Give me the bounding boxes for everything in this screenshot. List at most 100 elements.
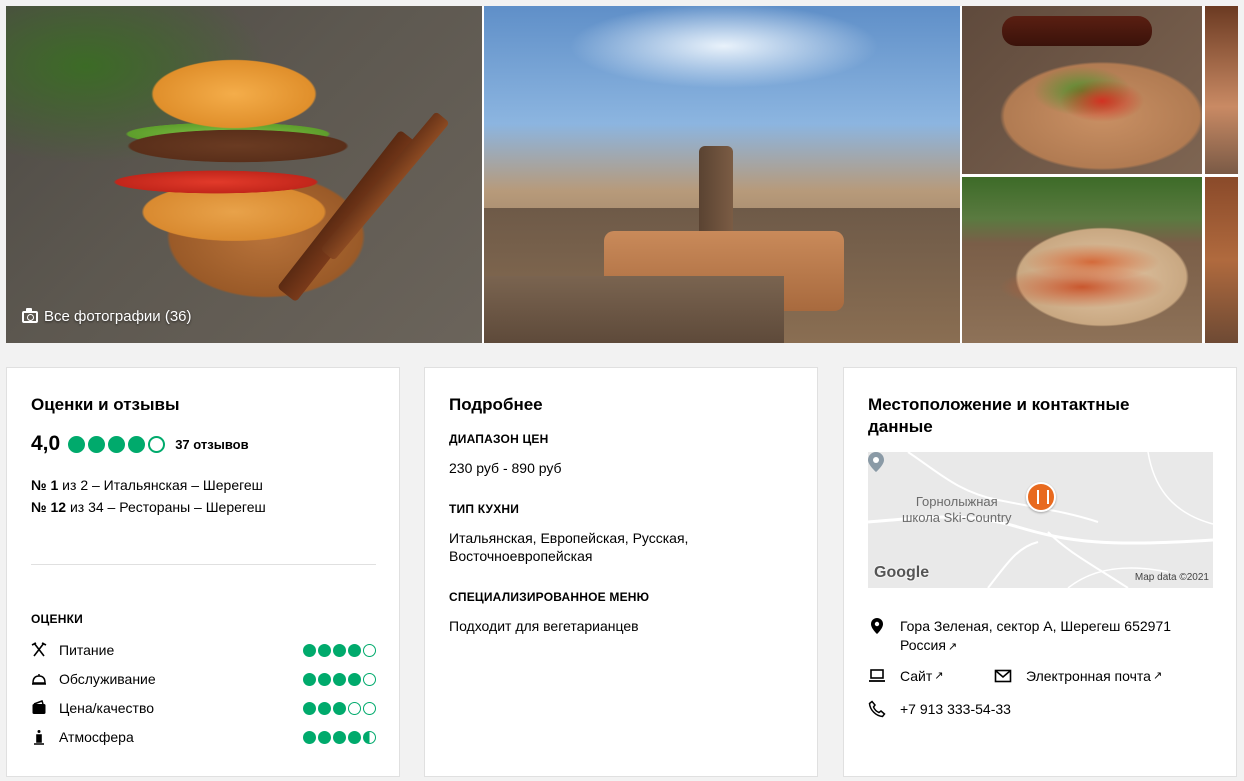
- photo-extra-top[interactable]: [1205, 6, 1238, 174]
- rating-row-atmosphere: Атмосфера: [31, 727, 376, 747]
- price-range-header: ДИАПАЗОН ЦЕН: [449, 432, 549, 446]
- photo-gallery: Все фотографии (36): [6, 6, 1238, 343]
- reviews-count-link[interactable]: 37 отзывов: [175, 437, 248, 452]
- cuisine-value: Итальянская, Европейская, Русская, Восто…: [449, 530, 689, 564]
- rating-bubble: [363, 643, 376, 657]
- rating-row-food-bubbles: [303, 643, 376, 657]
- pepper-mill-shape: [1002, 16, 1152, 46]
- rating-row-service-label: Обслуживание: [59, 671, 156, 687]
- rating-bubble: [348, 672, 361, 686]
- wallet-icon: [31, 700, 47, 716]
- map-data-credit: Map data ©2021: [1134, 572, 1209, 583]
- ranking-1[interactable]: № 1 из 2 – Итальянская – Шерегеш: [31, 477, 263, 493]
- location-title: Местоположение и контактные данные: [868, 395, 1130, 436]
- rating-value: 4,0: [31, 432, 61, 455]
- photo-interior[interactable]: [484, 6, 960, 343]
- rating-bubble: [348, 730, 361, 744]
- rating-bubble: [88, 435, 106, 453]
- address-line1: Гора Зеленая, сектор А, Шерегеш 652971: [900, 618, 1172, 634]
- details-title: Подробнее: [449, 395, 543, 414]
- website-link[interactable]: Сайт ↗: [868, 667, 944, 686]
- email-link[interactable]: Электронная почта ↗: [994, 667, 1162, 686]
- service-icon: [31, 671, 47, 687]
- map[interactable]: Горнолыжная школа Ski-Country Google Map…: [868, 452, 1213, 588]
- rating-row-atmosphere-bubbles: [303, 730, 376, 744]
- ranking-1-place: № 1: [31, 477, 59, 493]
- rating-row-service: Обслуживание: [31, 669, 376, 689]
- rating-bubble: [318, 672, 331, 686]
- knife-shape: [320, 111, 450, 261]
- reviews-card: Оценки и отзывы 4,0 37 отзывов № 1 из 2 …: [6, 367, 400, 777]
- restaurant-marker-icon[interactable]: [1026, 482, 1056, 512]
- details-card: Подробнее ДИАПАЗОН ЦЕН 230 руб - 890 руб…: [424, 367, 818, 777]
- ranking-2-place: № 12: [31, 499, 67, 515]
- rating-bubble: [303, 730, 316, 744]
- map-poi-line2: школа Ski-Country: [902, 510, 1012, 525]
- rating-bubble: [318, 701, 331, 715]
- table-shape: [484, 276, 784, 343]
- price-range-value: 230 руб - 890 руб: [449, 460, 562, 476]
- rating-bubble: [363, 701, 376, 715]
- all-photos-button[interactable]: Все фотографии (36): [22, 307, 192, 325]
- rating-bubble: [68, 435, 86, 453]
- rating-bubble: [148, 435, 166, 453]
- rating-bubble: [363, 730, 376, 744]
- special-menu-value: Подходит для вегетарианцев: [449, 618, 639, 634]
- rating-bubble: [318, 730, 331, 744]
- laptop-icon: [869, 669, 885, 682]
- photo-salad[interactable]: [962, 6, 1202, 174]
- photo-extra-bottom[interactable]: [1205, 177, 1238, 343]
- mail-icon: [994, 669, 1012, 683]
- overall-rating[interactable]: 4,0 37 отзывов: [31, 432, 249, 456]
- atmosphere-icon: [31, 729, 47, 745]
- phone-link[interactable]: +7 913 333-54-33: [868, 700, 1011, 719]
- rating-bubble: [303, 643, 316, 657]
- google-logo: Google: [874, 564, 930, 581]
- external-link-icon: ↗: [947, 641, 958, 653]
- rating-bubble: [303, 701, 316, 715]
- camera-icon: [22, 307, 38, 323]
- all-photos-label: Все фотографии (36): [44, 308, 192, 325]
- map-poi-line1: Горнолыжная: [915, 494, 998, 509]
- map-poi-pin-icon: [868, 452, 884, 472]
- rating-bubble: [303, 672, 316, 686]
- website-label: Сайт: [900, 668, 933, 684]
- rating-row-service-bubbles: [303, 672, 376, 686]
- rating-bubbles: [68, 435, 166, 453]
- address-country: Россия: [900, 637, 946, 653]
- map-poi-label: Горнолыжная школа Ski-Country: [902, 494, 1012, 526]
- photo-burger[interactable]: Все фотографии (36): [6, 6, 482, 343]
- rating-row-atmosphere-label: Атмосфера: [59, 729, 134, 745]
- address-row: Гора Зеленая, сектор А, Шерегеш 652971 Р…: [868, 617, 1171, 657]
- rating-bubble: [318, 643, 331, 657]
- ranking-2[interactable]: № 12 из 34 – Рестораны – Шерегеш: [31, 499, 266, 515]
- ratings-header: ОЦЕНКИ: [31, 612, 83, 626]
- ranking-2-text: из 34 – Рестораны – Шерегеш: [66, 499, 266, 515]
- reviews-title: Оценки и отзывы: [31, 395, 180, 414]
- phone-number: +7 913 333-54-33: [900, 701, 1011, 717]
- ranking-1-text: из 2 – Итальянская – Шерегеш: [58, 477, 263, 493]
- rating-row-food: Питание: [31, 640, 376, 660]
- rating-bubble: [348, 643, 361, 657]
- rating-bubble: [108, 435, 126, 453]
- rating-bubble: [348, 701, 361, 715]
- location-card: Местоположение и контактные данные Горно…: [843, 367, 1237, 777]
- rating-row-value-bubbles: [303, 701, 376, 715]
- rating-bubble: [333, 701, 346, 715]
- photo-shrimp[interactable]: [962, 177, 1202, 343]
- divider: [31, 564, 376, 565]
- rating-bubble: [333, 730, 346, 744]
- special-menu-header: СПЕЦИАЛИЗИРОВАННОЕ МЕНЮ: [449, 590, 650, 604]
- external-link-icon: ↗: [1152, 670, 1163, 682]
- rating-bubble: [333, 643, 346, 657]
- rating-row-food-label: Питание: [59, 642, 115, 658]
- external-link-icon: ↗: [934, 670, 944, 682]
- address-country-link[interactable]: Россия ↗: [900, 636, 1171, 657]
- rating-bubble: [128, 435, 146, 453]
- phone-icon: [868, 700, 886, 718]
- rating-bubble: [333, 672, 346, 686]
- rating-row-value-label: Цена/качество: [59, 700, 155, 716]
- rating-row-value: Цена/качество: [31, 698, 376, 718]
- rating-bubble: [363, 672, 376, 686]
- email-label: Электронная почта: [1026, 668, 1151, 684]
